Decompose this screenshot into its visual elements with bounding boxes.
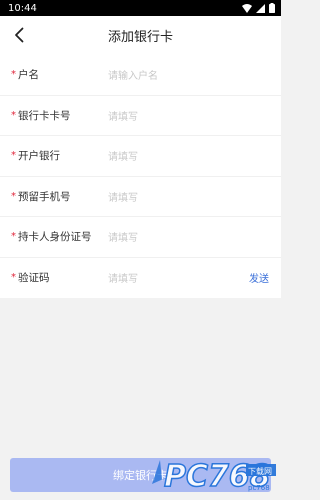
card-number-row: * 银行卡卡号 请填写 (0, 96, 281, 136)
watermark-logo: PC768 下载网 pc768 (152, 458, 276, 495)
nav-bar: 添加银行卡 (0, 16, 281, 55)
required-mark: * (11, 231, 16, 243)
required-mark: * (11, 272, 16, 284)
phone-row: * 预留手机号 请填写 (0, 177, 281, 217)
id-number-input[interactable]: 请填写 (108, 229, 281, 244)
required-mark: * (11, 150, 16, 162)
required-mark: * (11, 190, 16, 202)
id-number-label: 持卡人身份证号 (18, 231, 92, 244)
issuing-bank-input[interactable]: 请填写 (108, 148, 281, 163)
status-bar: 10:44 (0, 0, 281, 16)
phone-label: 预留手机号 (18, 190, 71, 203)
svg-text:pc768: pc768 (248, 484, 270, 492)
wifi-icon (242, 3, 252, 13)
issuing-bank-label: 开户银行 (18, 150, 60, 163)
bank-card-form: * 户名 请输入户名 * 银行卡卡号 请填写 * 开户银行 请填写 * 预留手机… (0, 55, 281, 298)
phone-input[interactable]: 请填写 (108, 189, 281, 204)
card-number-input[interactable]: 请填写 (108, 108, 281, 123)
back-button[interactable] (10, 26, 28, 44)
verification-code-row: * 验证码 请填写 发送 (0, 258, 281, 299)
send-code-button[interactable]: 发送 (249, 270, 269, 285)
account-name-row: * 户名 请输入户名 (0, 55, 281, 96)
account-name-label: 户名 (18, 69, 39, 82)
account-name-input[interactable]: 请输入户名 (108, 67, 281, 82)
id-number-row: * 持卡人身份证号 请填写 (0, 217, 281, 258)
battery-icon (269, 3, 275, 13)
required-mark: * (11, 109, 16, 121)
card-number-label: 银行卡卡号 (18, 109, 71, 122)
page-title: 添加银行卡 (107, 30, 173, 45)
verification-code-label: 验证码 (18, 272, 50, 285)
status-icons (242, 3, 275, 13)
status-time: 10:44 (8, 2, 37, 14)
issuing-bank-row: * 开户银行 请填写 (0, 136, 281, 177)
required-mark: * (11, 69, 16, 81)
cell-signal-icon (256, 3, 265, 13)
svg-text:下载网: 下载网 (248, 466, 272, 476)
chevron-left-icon (15, 27, 24, 43)
